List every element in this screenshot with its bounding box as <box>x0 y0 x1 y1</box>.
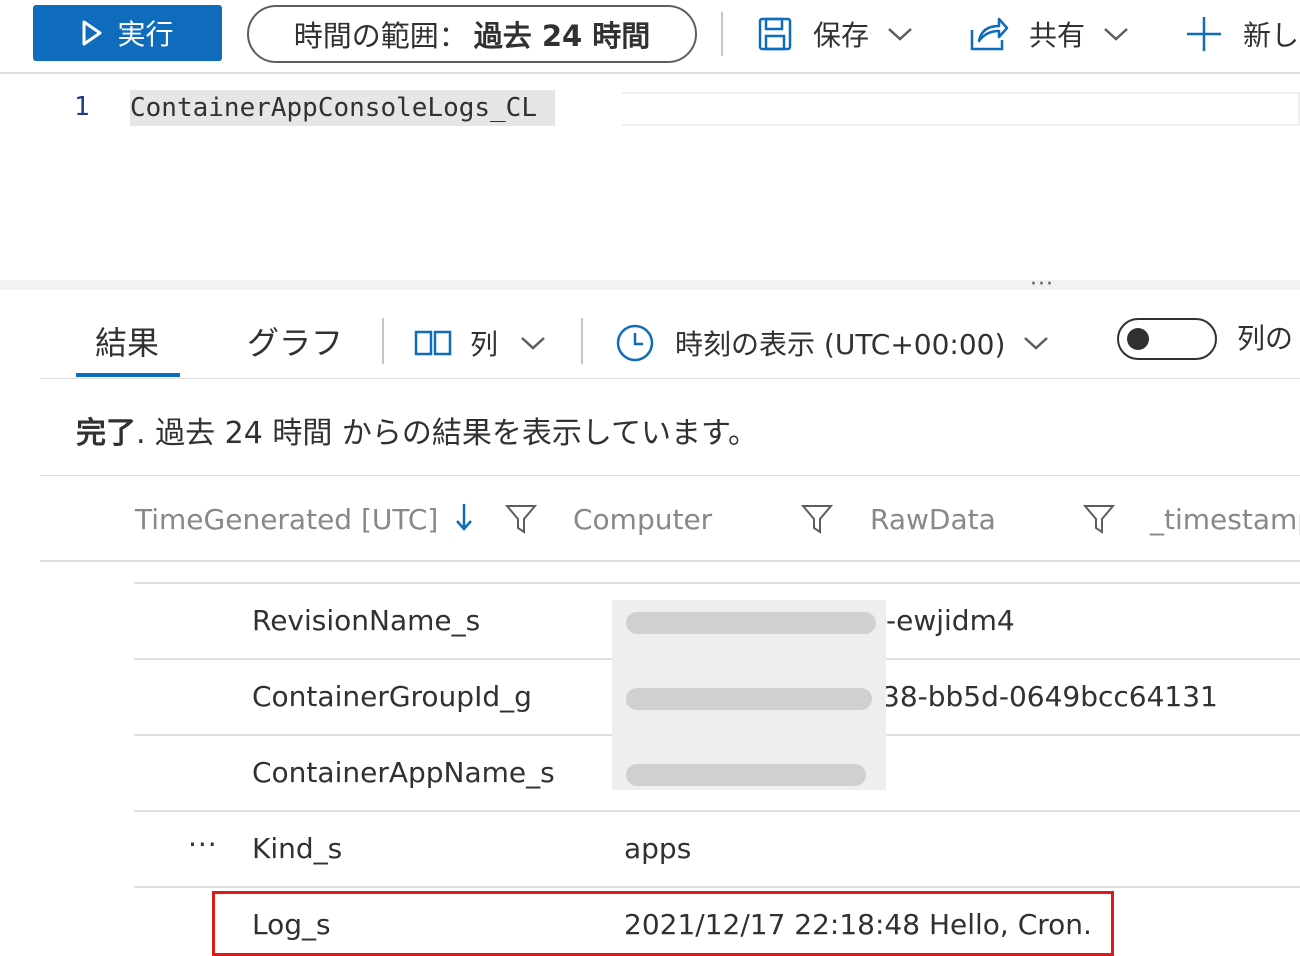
clock-icon <box>616 324 654 362</box>
detail-row[interactable]: ··· Kind_s apps <box>134 812 1300 888</box>
results-bar-divider <box>40 378 1300 379</box>
tab-chart[interactable]: グラフ <box>247 318 343 364</box>
column-header-rawdata[interactable]: RawData <box>870 503 996 536</box>
column-header-computer[interactable]: Computer <box>573 503 712 536</box>
tab-results[interactable]: 結果 <box>95 318 159 364</box>
detail-key: RevisionName_s <box>252 604 481 637</box>
time-display-label: 時刻の表示 (UTC+00:00) <box>675 328 1006 361</box>
current-line-highlight <box>622 92 1300 126</box>
columns-button[interactable]: 列 <box>414 320 546 366</box>
columns-icon <box>414 330 452 356</box>
query-toolbar: 実行 時間の範囲： 過去 24 時間 保存 共有 新し <box>0 0 1300 74</box>
line-number: 1 <box>74 92 90 122</box>
detail-key: Kind_s <box>252 832 343 865</box>
new-label: 新し <box>1243 19 1300 52</box>
toolbar-divider <box>721 12 723 56</box>
highlight-box <box>212 891 1114 956</box>
chevron-down-icon <box>888 28 912 41</box>
tab-divider <box>382 318 384 364</box>
detail-value: apps <box>624 832 692 865</box>
share-label: 共有 <box>1029 19 1086 52</box>
share-icon <box>970 17 1009 51</box>
share-menu-button[interactable]: 共有 <box>969 8 1129 60</box>
time-range-prefix: 時間の範囲： <box>293 19 468 53</box>
column-header-timegenerated[interactable]: TimeGenerated [UTC] <box>135 503 438 536</box>
filter-icon[interactable] <box>505 503 537 535</box>
run-button-label: 実行 <box>117 18 174 51</box>
save-label: 保存 <box>813 19 870 52</box>
redacted-region <box>612 600 886 790</box>
play-icon <box>82 20 102 46</box>
time-range-picker[interactable]: 時間の範囲： 過去 24 時間 <box>247 5 697 63</box>
more-options-icon[interactable]: ··· <box>188 828 218 861</box>
column-header-timestamp[interactable]: _timestamp <box>1150 503 1300 536</box>
detail-key: ContainerGroupId_g <box>252 680 532 713</box>
chevron-down-icon <box>1104 28 1128 41</box>
detail-value: -ewjidm4 <box>886 604 1015 637</box>
options-divider <box>581 318 583 364</box>
chevron-down-icon <box>521 337 545 350</box>
save-icon <box>758 17 792 51</box>
query-text[interactable]: ContainerAppConsoleLogs_CL <box>130 90 555 126</box>
save-menu-button[interactable]: 保存 <box>757 8 913 60</box>
active-tab-indicator <box>76 373 180 377</box>
filter-icon[interactable] <box>801 503 833 535</box>
new-query-button[interactable]: 新し <box>1185 8 1299 60</box>
column-toggle[interactable] <box>1117 318 1217 360</box>
run-button[interactable]: 実行 <box>33 5 222 61</box>
status-message: 完了. 過去 24 時間 からの結果を表示しています。 <box>76 408 758 452</box>
plus-icon <box>1187 17 1221 51</box>
time-range-value: 過去 24 時間 <box>473 19 651 53</box>
filter-icon[interactable] <box>1083 503 1115 535</box>
sort-descending-icon[interactable] <box>455 502 473 532</box>
pane-splitter[interactable] <box>0 280 1300 290</box>
time-display-dropdown[interactable]: 時刻の表示 (UTC+00:00) <box>615 320 1049 366</box>
status-bold: 完了 <box>76 416 136 451</box>
detail-key: ContainerAppName_s <box>252 756 555 789</box>
chevron-down-icon <box>1024 337 1049 350</box>
status-text: . 過去 24 時間 からの結果を表示しています。 <box>136 416 758 451</box>
toggle-label: 列の <box>1237 322 1294 355</box>
toggle-knob <box>1127 328 1149 350</box>
splitter-grip-icon[interactable]: ··· <box>1030 272 1054 297</box>
header-top-border <box>40 475 1300 476</box>
detail-value: 38-bb5d-0649bcc64131 <box>882 680 1218 713</box>
columns-label: 列 <box>470 328 499 361</box>
detail-row-partial <box>134 562 1300 584</box>
